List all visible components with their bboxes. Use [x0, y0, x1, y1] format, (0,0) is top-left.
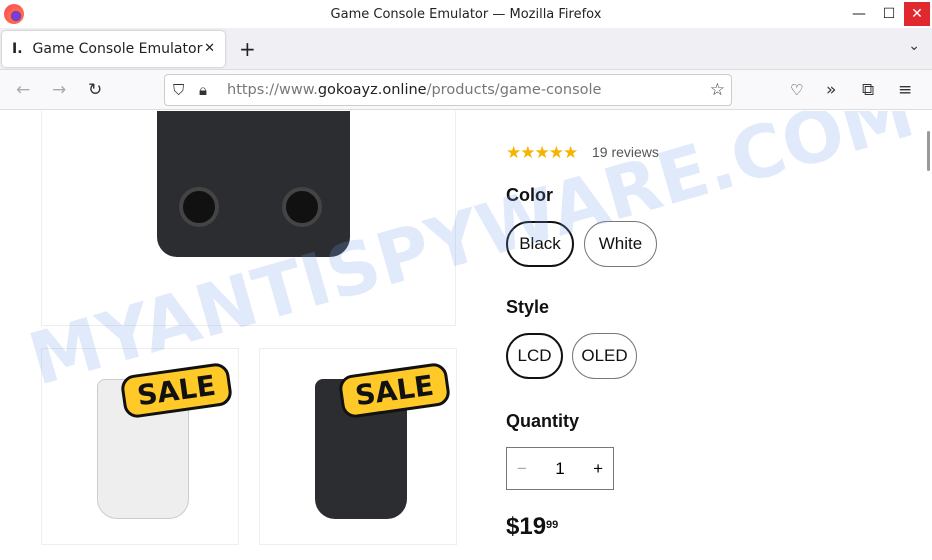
firefox-logo-icon [4, 4, 24, 24]
forward-icon[interactable]: → [52, 80, 66, 100]
style-option-oled[interactable]: OLED [572, 333, 637, 379]
reload-icon[interactable]: ↻ [88, 80, 102, 100]
price: $1999 [506, 513, 559, 540]
favicon-icon: I. [12, 40, 23, 57]
product-main-image[interactable] [41, 111, 456, 326]
product-thumbnail-white[interactable]: SALE [41, 348, 239, 545]
style-label: Style [506, 297, 550, 317]
style-option-lcd[interactable]: LCD [506, 333, 563, 379]
back-icon[interactable]: ← [16, 80, 30, 100]
url-bar[interactable]: ⛉ 🔒︎ https://www. gokoayz.online/products… [164, 74, 732, 106]
pocket-icon[interactable]: ♡ [790, 81, 803, 99]
close-window-button[interactable]: ✕ [904, 2, 930, 26]
scrollbar[interactable] [926, 111, 932, 560]
shield-icon[interactable]: ⛉ [173, 81, 184, 99]
color-option-black[interactable]: Black [506, 221, 574, 267]
maximize-button[interactable]: ☐ [874, 0, 904, 28]
quantity-label: Quantity [506, 411, 580, 431]
increase-quantity-button[interactable]: + [593, 459, 603, 479]
extensions-icon[interactable]: ⧉ [862, 80, 874, 100]
color-option-white[interactable]: White [584, 221, 657, 267]
lock-icon[interactable]: 🔒︎ [199, 81, 207, 99]
rating-stars-icon: ★★★★★ [506, 143, 578, 162]
bookmark-star-icon[interactable]: ☆ [710, 80, 725, 100]
title-bar: Game Console Emulator — Mozilla Firefox … [0, 0, 932, 28]
new-tab-button[interactable]: + [239, 37, 256, 61]
quantity-stepper: − 1 + [506, 447, 614, 490]
tab-label: Game Console Emulator [32, 40, 203, 57]
tab-game-console[interactable]: I. Game Console Emulator ✕ [2, 30, 225, 67]
minimize-button[interactable]: — [844, 0, 874, 28]
reviews-link[interactable]: 19 reviews [592, 144, 659, 160]
window-title: Game Console Emulator — Mozilla Firefox [330, 6, 602, 22]
quantity-input[interactable]: 1 [555, 459, 564, 479]
sale-badge: SALE [337, 361, 452, 420]
decrease-quantity-button[interactable]: − [517, 459, 527, 479]
product-thumbnail-black[interactable]: SALE [259, 348, 457, 545]
color-label: Color [506, 185, 553, 205]
menu-icon[interactable]: ≡ [898, 80, 912, 100]
list-tabs-chevron-icon[interactable]: ⌄ [908, 38, 920, 54]
overflow-chevrons-icon[interactable]: » [826, 80, 836, 100]
sale-badge: SALE [119, 361, 234, 420]
close-tab-icon[interactable]: ✕ [204, 41, 215, 56]
